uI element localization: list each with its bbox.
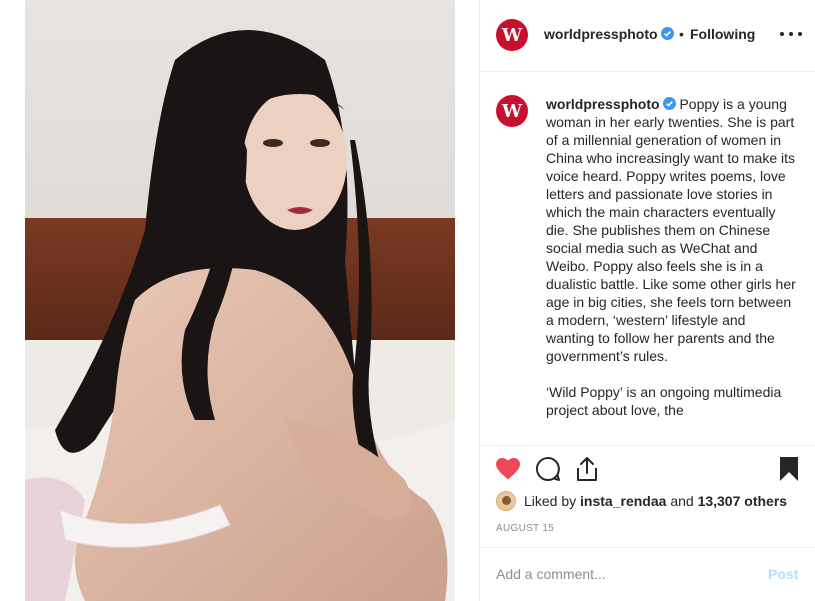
liker-avatar[interactable] — [496, 491, 516, 511]
header-separator: • — [679, 26, 684, 42]
photo-panel — [0, 0, 480, 601]
likes-prefix: Liked by — [524, 493, 577, 509]
post-photo[interactable] — [25, 0, 455, 601]
post-comment-button[interactable]: Post — [768, 566, 798, 582]
account-username-text[interactable]: worldpressphoto — [544, 26, 658, 42]
like-button[interactable] — [495, 456, 521, 482]
account-avatar[interactable]: W — [496, 19, 528, 51]
more-dot — [798, 32, 802, 36]
share-button[interactable] — [574, 456, 600, 482]
photo-illustration — [25, 0, 455, 601]
likes-count[interactable]: 13,307 others — [698, 493, 788, 509]
likes-summary[interactable]: Liked by insta_rendaa and 13,307 others — [496, 491, 787, 511]
comment-input[interactable] — [496, 566, 746, 582]
comment-icon — [535, 456, 560, 481]
caption-paragraph-1: worldpressphoto Poppy is a young woman i… — [546, 95, 796, 365]
post-sidebar: W worldpressphoto • Following W worldpre… — [480, 0, 815, 601]
post-caption: worldpressphoto Poppy is a young woman i… — [546, 95, 796, 419]
following-button[interactable]: Following — [690, 26, 755, 42]
caption-username[interactable]: worldpressphoto — [546, 96, 660, 112]
comment-button[interactable] — [535, 456, 561, 482]
more-dot — [789, 32, 793, 36]
likes-joiner: and — [670, 493, 694, 509]
share-icon — [577, 457, 597, 481]
heart-filled-icon — [496, 458, 520, 480]
account-username[interactable]: worldpressphoto — [544, 26, 674, 42]
save-button[interactable] — [776, 456, 802, 482]
more-options-icon[interactable] — [780, 24, 802, 44]
post-header: W worldpressphoto • Following — [480, 0, 815, 72]
post-date[interactable]: AUGUST 15 — [496, 523, 554, 534]
caption-text: Poppy is a young woman in her early twen… — [546, 96, 796, 364]
caption-avatar[interactable]: W — [496, 95, 528, 127]
liker-username[interactable]: insta_rendaa — [580, 493, 666, 509]
verified-badge-icon — [662, 97, 676, 110]
comments-section[interactable]: W worldpressphoto Poppy is a young woman… — [480, 73, 815, 445]
bookmark-filled-icon — [780, 457, 798, 481]
verified-badge-icon — [660, 27, 674, 40]
comment-form: Post — [480, 547, 815, 601]
more-dot — [780, 32, 784, 36]
caption-paragraph-2: ‘Wild Poppy’ is an ongoing multimedia pr… — [546, 384, 782, 418]
